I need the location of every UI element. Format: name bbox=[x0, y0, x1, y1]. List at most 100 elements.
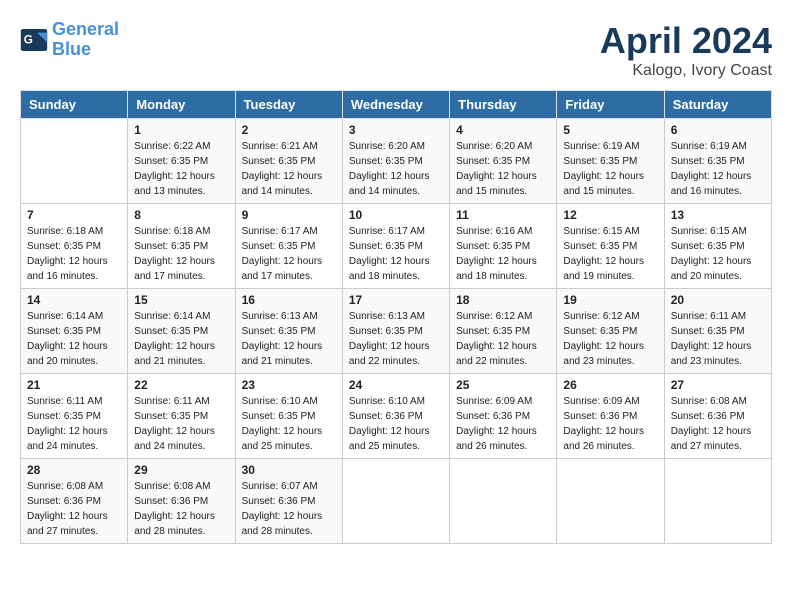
calendar-cell: 29 Sunrise: 6:08 AM Sunset: 6:36 PM Dayl… bbox=[128, 459, 235, 544]
daylight-minutes: and 24 minutes. bbox=[134, 441, 205, 452]
day-number: 18 bbox=[456, 293, 550, 307]
sunrise-label: Sunrise: 6:13 AM bbox=[242, 311, 318, 322]
daylight-minutes: and 25 minutes. bbox=[349, 441, 420, 452]
daylight-minutes: and 25 minutes. bbox=[242, 441, 313, 452]
sunrise-label: Sunrise: 6:11 AM bbox=[27, 396, 102, 407]
logo-icon: G bbox=[20, 29, 48, 51]
daylight-label: Daylight: 12 hours bbox=[456, 256, 537, 267]
calendar-table: SundayMondayTuesdayWednesdayThursdayFrid… bbox=[20, 90, 772, 544]
day-info: Sunrise: 6:17 AM Sunset: 6:35 PM Dayligh… bbox=[349, 224, 443, 284]
month-title: April 2024 bbox=[600, 20, 772, 62]
day-info: Sunrise: 6:17 AM Sunset: 6:35 PM Dayligh… bbox=[242, 224, 336, 284]
day-info: Sunrise: 6:22 AM Sunset: 6:35 PM Dayligh… bbox=[134, 139, 228, 199]
day-number: 4 bbox=[456, 123, 550, 137]
daylight-label: Daylight: 12 hours bbox=[563, 171, 644, 182]
sunrise-label: Sunrise: 6:18 AM bbox=[27, 226, 103, 237]
sunrise-label: Sunrise: 6:14 AM bbox=[134, 311, 210, 322]
sunrise-label: Sunrise: 6:20 AM bbox=[349, 141, 425, 152]
weekday-header: Tuesday bbox=[235, 91, 342, 119]
sunrise-label: Sunrise: 6:10 AM bbox=[349, 396, 425, 407]
daylight-minutes: and 26 minutes. bbox=[563, 441, 634, 452]
sunset-label: Sunset: 6:35 PM bbox=[456, 156, 530, 167]
sunrise-label: Sunrise: 6:17 AM bbox=[242, 226, 318, 237]
daylight-minutes: and 23 minutes. bbox=[563, 356, 634, 367]
day-number: 17 bbox=[349, 293, 443, 307]
calendar-cell bbox=[557, 459, 664, 544]
day-number: 13 bbox=[671, 208, 765, 222]
day-info: Sunrise: 6:11 AM Sunset: 6:35 PM Dayligh… bbox=[134, 394, 228, 454]
day-number: 3 bbox=[349, 123, 443, 137]
sunrise-label: Sunrise: 6:09 AM bbox=[456, 396, 532, 407]
calendar-week-row: 28 Sunrise: 6:08 AM Sunset: 6:36 PM Dayl… bbox=[21, 459, 772, 544]
sunset-label: Sunset: 6:35 PM bbox=[456, 326, 530, 337]
sunrise-label: Sunrise: 6:20 AM bbox=[456, 141, 532, 152]
day-number: 29 bbox=[134, 463, 228, 477]
day-info: Sunrise: 6:20 AM Sunset: 6:35 PM Dayligh… bbox=[456, 139, 550, 199]
sunset-label: Sunset: 6:35 PM bbox=[563, 326, 637, 337]
weekday-header: Sunday bbox=[21, 91, 128, 119]
day-number: 14 bbox=[27, 293, 121, 307]
day-number: 30 bbox=[242, 463, 336, 477]
sunset-label: Sunset: 6:35 PM bbox=[671, 156, 745, 167]
daylight-minutes: and 27 minutes. bbox=[27, 526, 98, 537]
calendar-cell: 10 Sunrise: 6:17 AM Sunset: 6:35 PM Dayl… bbox=[342, 204, 449, 289]
calendar-cell: 6 Sunrise: 6:19 AM Sunset: 6:35 PM Dayli… bbox=[664, 119, 771, 204]
sunrise-label: Sunrise: 6:15 AM bbox=[563, 226, 639, 237]
day-number: 10 bbox=[349, 208, 443, 222]
calendar-cell: 19 Sunrise: 6:12 AM Sunset: 6:35 PM Dayl… bbox=[557, 289, 664, 374]
day-number: 20 bbox=[671, 293, 765, 307]
sunset-label: Sunset: 6:35 PM bbox=[349, 241, 423, 252]
day-info: Sunrise: 6:09 AM Sunset: 6:36 PM Dayligh… bbox=[563, 394, 657, 454]
daylight-label: Daylight: 12 hours bbox=[671, 171, 752, 182]
sunset-label: Sunset: 6:36 PM bbox=[242, 496, 316, 507]
daylight-minutes: and 17 minutes. bbox=[242, 271, 313, 282]
daylight-minutes: and 19 minutes. bbox=[563, 271, 634, 282]
day-number: 19 bbox=[563, 293, 657, 307]
sunset-label: Sunset: 6:36 PM bbox=[134, 496, 208, 507]
sunset-label: Sunset: 6:36 PM bbox=[671, 411, 745, 422]
calendar-cell: 30 Sunrise: 6:07 AM Sunset: 6:36 PM Dayl… bbox=[235, 459, 342, 544]
sunrise-label: Sunrise: 6:11 AM bbox=[671, 311, 746, 322]
weekday-header-row: SundayMondayTuesdayWednesdayThursdayFrid… bbox=[21, 91, 772, 119]
logo-line2: Blue bbox=[52, 39, 91, 59]
daylight-minutes: and 27 minutes. bbox=[671, 441, 742, 452]
calendar-cell: 26 Sunrise: 6:09 AM Sunset: 6:36 PM Dayl… bbox=[557, 374, 664, 459]
calendar-cell: 3 Sunrise: 6:20 AM Sunset: 6:35 PM Dayli… bbox=[342, 119, 449, 204]
daylight-minutes: and 16 minutes. bbox=[671, 186, 742, 197]
day-info: Sunrise: 6:16 AM Sunset: 6:35 PM Dayligh… bbox=[456, 224, 550, 284]
daylight-minutes: and 13 minutes. bbox=[134, 186, 205, 197]
daylight-label: Daylight: 12 hours bbox=[27, 426, 108, 437]
sunset-label: Sunset: 6:35 PM bbox=[563, 156, 637, 167]
sunrise-label: Sunrise: 6:12 AM bbox=[456, 311, 532, 322]
calendar-cell: 7 Sunrise: 6:18 AM Sunset: 6:35 PM Dayli… bbox=[21, 204, 128, 289]
calendar-cell: 14 Sunrise: 6:14 AM Sunset: 6:35 PM Dayl… bbox=[21, 289, 128, 374]
daylight-label: Daylight: 12 hours bbox=[563, 341, 644, 352]
sunrise-label: Sunrise: 6:08 AM bbox=[27, 481, 103, 492]
sunset-label: Sunset: 6:35 PM bbox=[134, 326, 208, 337]
day-info: Sunrise: 6:08 AM Sunset: 6:36 PM Dayligh… bbox=[671, 394, 765, 454]
day-number: 11 bbox=[456, 208, 550, 222]
calendar-cell: 4 Sunrise: 6:20 AM Sunset: 6:35 PM Dayli… bbox=[450, 119, 557, 204]
sunset-label: Sunset: 6:35 PM bbox=[27, 326, 101, 337]
daylight-minutes: and 22 minutes. bbox=[456, 356, 527, 367]
daylight-minutes: and 21 minutes. bbox=[242, 356, 313, 367]
daylight-label: Daylight: 12 hours bbox=[242, 171, 323, 182]
daylight-label: Daylight: 12 hours bbox=[134, 511, 215, 522]
title-block: April 2024 Kalogo, Ivory Coast bbox=[600, 20, 772, 80]
weekday-header: Saturday bbox=[664, 91, 771, 119]
day-info: Sunrise: 6:14 AM Sunset: 6:35 PM Dayligh… bbox=[27, 309, 121, 369]
calendar-cell: 28 Sunrise: 6:08 AM Sunset: 6:36 PM Dayl… bbox=[21, 459, 128, 544]
day-info: Sunrise: 6:18 AM Sunset: 6:35 PM Dayligh… bbox=[27, 224, 121, 284]
calendar-cell: 18 Sunrise: 6:12 AM Sunset: 6:35 PM Dayl… bbox=[450, 289, 557, 374]
daylight-minutes: and 20 minutes. bbox=[27, 356, 98, 367]
day-info: Sunrise: 6:10 AM Sunset: 6:36 PM Dayligh… bbox=[349, 394, 443, 454]
day-number: 6 bbox=[671, 123, 765, 137]
sunrise-label: Sunrise: 6:07 AM bbox=[242, 481, 318, 492]
day-info: Sunrise: 6:08 AM Sunset: 6:36 PM Dayligh… bbox=[134, 479, 228, 539]
sunset-label: Sunset: 6:35 PM bbox=[27, 241, 101, 252]
day-info: Sunrise: 6:14 AM Sunset: 6:35 PM Dayligh… bbox=[134, 309, 228, 369]
daylight-label: Daylight: 12 hours bbox=[134, 171, 215, 182]
daylight-label: Daylight: 12 hours bbox=[242, 426, 323, 437]
location: Kalogo, Ivory Coast bbox=[600, 62, 772, 80]
daylight-label: Daylight: 12 hours bbox=[349, 171, 430, 182]
